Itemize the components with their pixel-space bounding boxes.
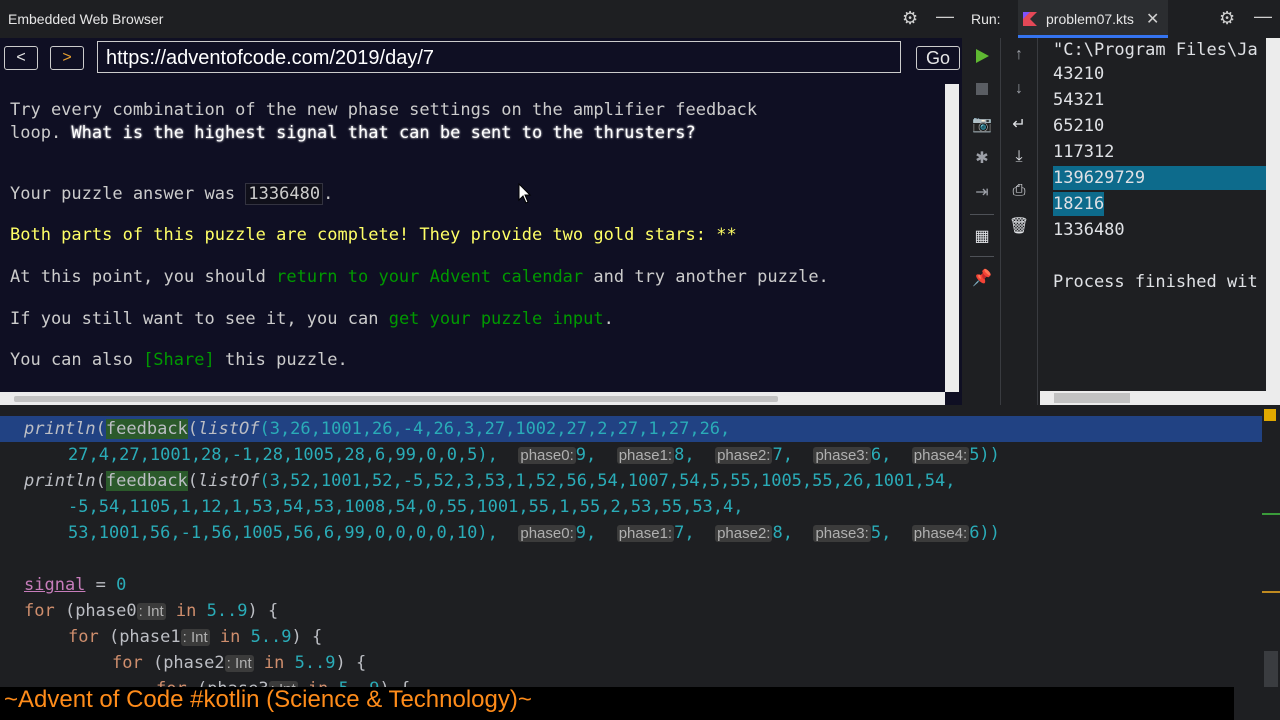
browser-titlebar: Embedded Web Browser ⚙ — (0, 0, 962, 38)
layout-icon[interactable]: ▦ (970, 226, 994, 246)
page-content: Try every combination of the new phase s… (0, 84, 945, 392)
pin-icon[interactable]: 📌 (970, 268, 994, 288)
minimize-icon[interactable]: — (936, 6, 954, 27)
console-line: 54321 (1053, 90, 1105, 110)
text-line: You can also [Share] this puzzle. (10, 350, 348, 370)
run-tab[interactable]: problem07.kts ✕ (1018, 0, 1168, 38)
run-console-toolbar: ↑ ↓ ↵ ⤓ ⎙ 🗑 (1001, 38, 1038, 405)
puzzle-question: What is the highest signal that can be s… (71, 123, 696, 143)
warning-marker-icon[interactable] (1264, 409, 1276, 421)
debug-icon[interactable]: ✱ (970, 148, 994, 168)
kotlin-icon (1023, 12, 1037, 26)
divider (970, 214, 994, 215)
run-icon[interactable] (974, 48, 990, 64)
console-line-selected: 18216 (1053, 192, 1105, 216)
console-line: 117312 (1053, 142, 1115, 162)
go-button[interactable]: Go (916, 46, 960, 70)
mouse-cursor-icon (518, 183, 532, 204)
puzzle-input-link[interactable]: get your puzzle input (389, 309, 604, 329)
browser-nav-bar: < > https://adventofcode.com/2019/day/7 … (0, 38, 962, 82)
text-line: Try every combination of the new phase s… (10, 100, 758, 120)
run-console: "C:\Program Files\Ja 43210 54321 65210 1… (1040, 38, 1266, 391)
camera-icon[interactable]: 📷 (970, 114, 994, 134)
editor-marker-gutter[interactable] (1262, 407, 1280, 687)
code-line: println(feedback(listOf(3,26,1001,26,-4,… (24, 419, 731, 439)
code-line: signal = 0 (24, 575, 127, 595)
change-marker (1262, 591, 1280, 593)
url-input[interactable]: https://adventofcode.com/2019/day/7 (97, 41, 901, 73)
text-line: At this point, you should return to your… (10, 267, 829, 287)
scrollbar-thumb[interactable] (1054, 393, 1130, 403)
code-line: 53,1001,56,-1,56,1005,56,6,99,0,0,0,0,10… (68, 523, 1000, 543)
print-icon[interactable]: ⎙ (1007, 182, 1031, 200)
browser-title: Embedded Web Browser (8, 11, 164, 27)
gear-icon[interactable]: ⚙ (902, 8, 918, 29)
code-line: for (phase2: Int in 5..9) { (112, 653, 367, 673)
arrow-up-icon[interactable]: ↑ (1007, 46, 1031, 64)
stop-icon[interactable] (976, 83, 988, 95)
run-label: Run: (971, 11, 1001, 27)
video-caption: ~Advent of Code #kotlin (Science & Techn… (0, 687, 1234, 720)
share-link[interactable]: [Share] (143, 350, 215, 370)
run-left-toolbar: 📷 ✱ ⇥ ▦ 📌 (964, 38, 1001, 405)
forward-button[interactable]: > (50, 46, 84, 70)
console-line: Process finished wit (1053, 272, 1258, 292)
console-line: 65210 (1053, 116, 1105, 136)
console-line: 1336480 (1053, 220, 1125, 240)
console-line: 43210 (1053, 64, 1105, 84)
trash-icon[interactable]: 🗑 (1007, 216, 1031, 236)
calendar-link[interactable]: return to your Advent calendar (276, 267, 583, 287)
console-vertical-scrollbar[interactable] (1266, 38, 1280, 405)
scrollbar-thumb[interactable] (14, 396, 778, 402)
code-line: 27,4,27,1001,28,-1,28,1005,28,6,99,0,0,5… (68, 445, 1000, 465)
browser-vertical-scrollbar[interactable] (945, 84, 959, 392)
console-line-selected: 139629729 (1053, 166, 1266, 190)
answer-line: Your puzzle answer was 1336480. (10, 183, 334, 205)
scroll-thumb[interactable] (1264, 651, 1278, 687)
text-line: loop. What is the highest signal that ca… (10, 123, 696, 143)
gear-icon[interactable]: ⚙ (1219, 8, 1235, 29)
divider (970, 256, 994, 257)
exit-icon[interactable]: ⇥ (970, 182, 994, 202)
run-tab-label: problem07.kts (1046, 11, 1134, 27)
change-marker (1262, 513, 1280, 515)
complete-message: Both parts of this puzzle are complete! … (10, 225, 737, 245)
code-line: for (phase0: Int in 5..9) { (24, 601, 279, 621)
minimize-icon[interactable]: — (1254, 6, 1272, 27)
code-editor[interactable]: println(feedback(listOf(3,26,1001,26,-4,… (0, 407, 1262, 687)
code-line: -5,54,1105,1,12,1,53,54,53,1008,54,0,55,… (68, 497, 744, 517)
soft-wrap-icon[interactable]: ↵ (1007, 114, 1031, 134)
code-line: for (phase1: Int in 5..9) { (68, 627, 323, 647)
back-button[interactable]: < (4, 46, 38, 70)
puzzle-answer: 1336480 (245, 183, 324, 205)
close-icon[interactable]: ✕ (1146, 9, 1159, 29)
scroll-to-end-icon[interactable]: ⤓ (1007, 148, 1031, 166)
corner (1234, 687, 1280, 720)
text-line: If you still want to see it, you can get… (10, 309, 614, 329)
arrow-down-icon[interactable]: ↓ (1007, 80, 1031, 98)
console-line: "C:\Program Files\Ja (1053, 40, 1258, 60)
code-line: println(feedback(listOf(3,52,1001,52,-5,… (24, 471, 956, 491)
